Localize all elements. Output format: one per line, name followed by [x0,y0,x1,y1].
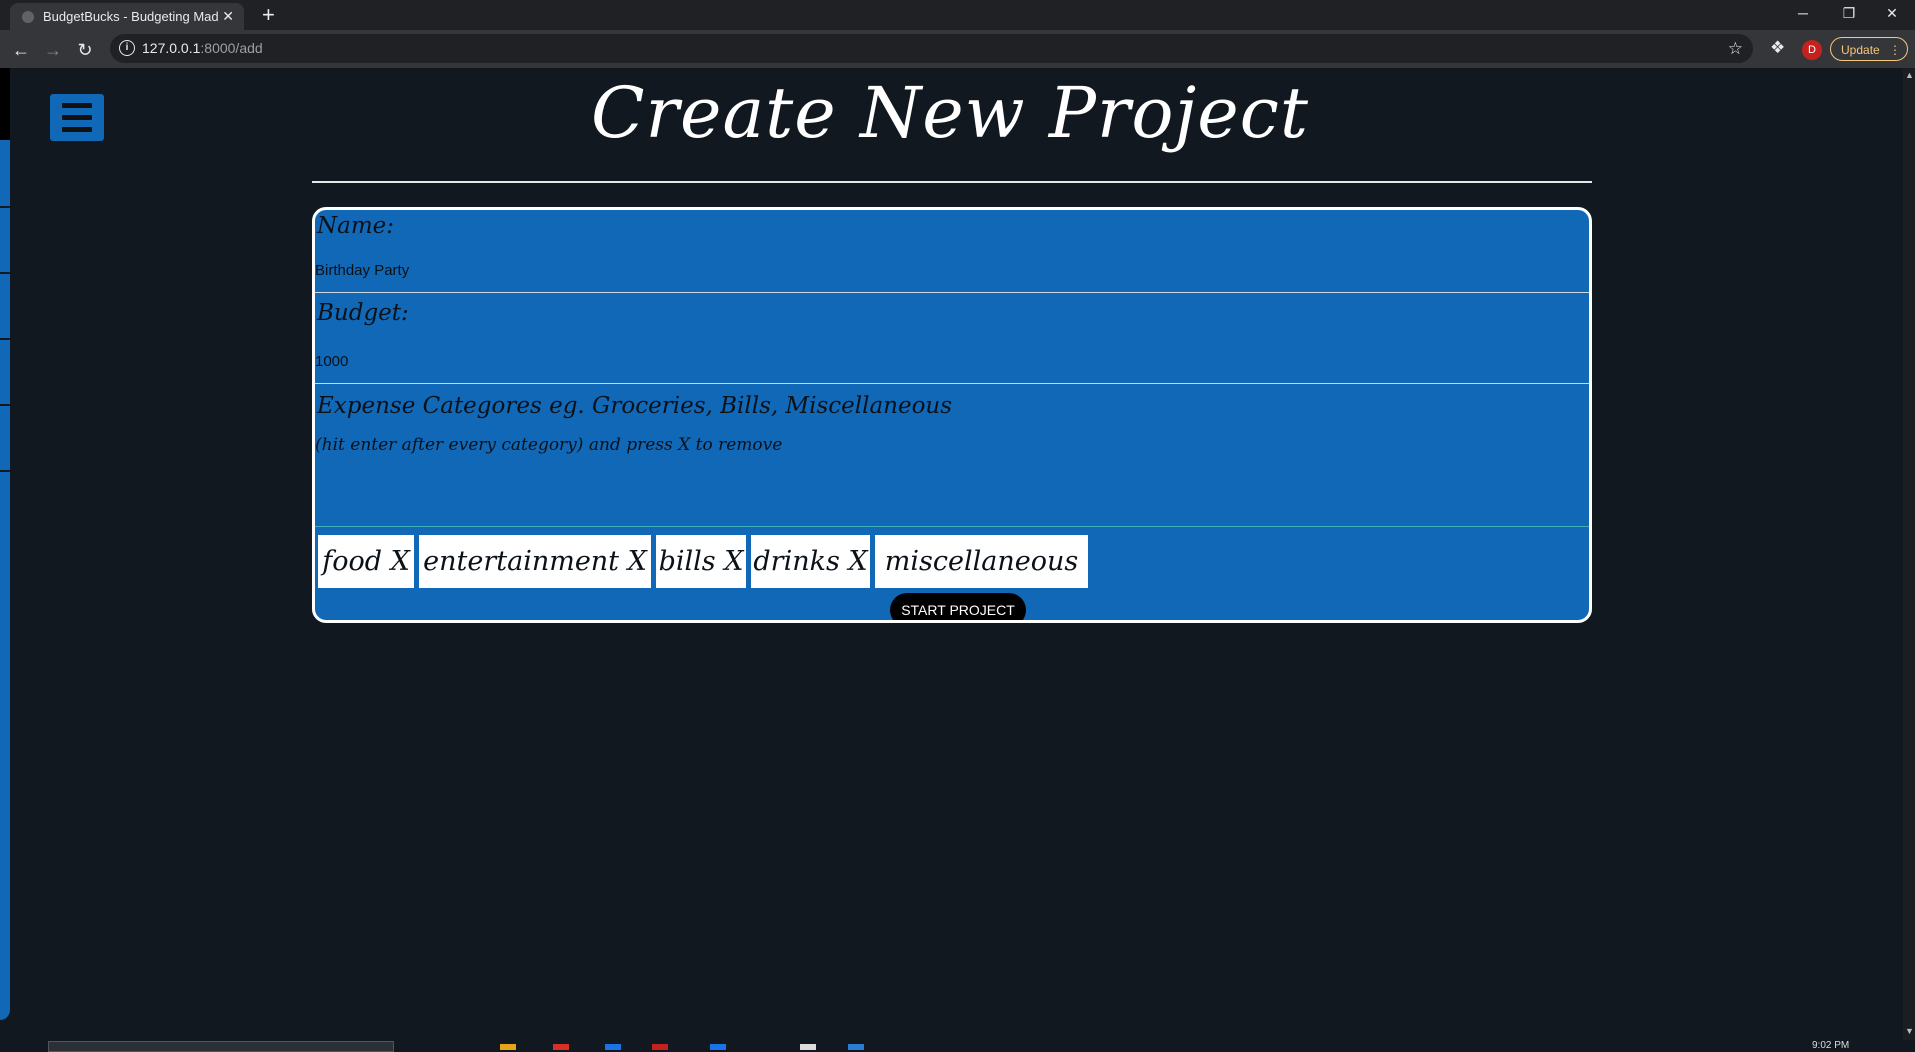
os-taskbar: 9:02 PM [0,1040,1915,1052]
budget-label: Budget: [317,300,409,326]
category-chip-drinks[interactable]: drinks X [751,535,870,588]
more-options-icon[interactable]: ⋮ [1889,38,1901,62]
new-tab-button[interactable]: + [262,2,275,28]
taskbar-clock: 9:02 PM [1812,1040,1850,1051]
hamburger-icon[interactable] [50,94,104,141]
categories-field[interactable]: Expense Categores eg. Groceries, Bills, … [315,384,1589,526]
reload-icon[interactable]: ↻ [71,36,99,64]
categories-label: Expense Categores eg. Groceries, Bills, … [317,393,953,419]
forward-icon[interactable]: → [39,36,67,64]
taskbar-search[interactable] [48,1041,394,1052]
minimize-button[interactable]: ─ [1780,0,1826,28]
taskbar-app-icon[interactable] [800,1044,816,1050]
scroll-down-icon[interactable]: ▼ [1905,1026,1914,1036]
page-content: Create New Project Name: Birthday Party … [0,68,1903,1040]
scroll-up-icon[interactable]: ▲ [1905,70,1914,80]
start-project-button[interactable]: START PROJECT [890,593,1026,620]
category-chip-miscellaneous[interactable]: miscellaneous X [875,535,1088,620]
title-divider [312,181,1592,183]
taskbar-app-icon[interactable] [848,1044,864,1050]
page-title: Create New Project [591,72,1309,154]
tab-close-icon[interactable]: ✕ [222,3,234,30]
browser-toolbar: ← → ↻ i 127.0.0.1:8000/add ☆ [0,30,1915,68]
taskbar-app-icon[interactable] [500,1044,516,1050]
taskbar-app-icon[interactable] [553,1044,569,1050]
budget-field[interactable]: Budget: 1000 [315,293,1589,384]
category-chip-entertainment[interactable]: entertainment X [419,535,651,588]
profile-avatar[interactable]: D [1802,40,1822,60]
name-field[interactable]: Name: Birthday Party [315,210,1589,293]
categories-hint: (hit enter after every category) and pre… [315,435,783,455]
taskbar-chrome-icon[interactable] [652,1044,668,1050]
url-text[interactable]: 127.0.0.1:8000/add [142,34,263,63]
category-chip-bills[interactable]: bills X [656,535,746,588]
taskbar-app-icon[interactable] [710,1044,726,1050]
favicon-icon [22,11,34,23]
name-input[interactable]: Birthday Party [315,262,409,279]
address-bar[interactable]: i 127.0.0.1:8000/add ☆ [110,34,1753,63]
side-drawer-edge [0,68,10,1028]
category-chips: food X entertainment X bills X drinks X … [315,526,1589,620]
taskbar-app-icon[interactable] [605,1044,621,1050]
create-project-form: Name: Birthday Party Budget: 1000 Expens… [312,207,1592,623]
category-chip-food[interactable]: food X [318,535,414,588]
name-label: Name: [317,213,395,239]
extensions-icon[interactable]: ❖ [1770,38,1785,58]
close-window-button[interactable]: ✕ [1869,0,1915,28]
tab-title: BudgetBucks - Budgeting Made [43,9,218,24]
site-info-icon[interactable]: i [119,40,135,56]
restore-button[interactable]: ❐ [1826,0,1872,28]
bookmark-star-icon[interactable]: ☆ [1728,34,1743,63]
browser-titlebar: BudgetBucks - Budgeting Made ✕ + ─ ❐ ✕ [0,0,1915,30]
budget-input[interactable]: 1000 [315,353,348,370]
page-scrollbar[interactable]: ▲ ▼ [1903,68,1915,1040]
back-icon[interactable]: ← [7,36,35,64]
update-button[interactable]: Update ⋮ [1830,37,1908,61]
browser-tab[interactable]: BudgetBucks - Budgeting Made ✕ [10,3,244,30]
